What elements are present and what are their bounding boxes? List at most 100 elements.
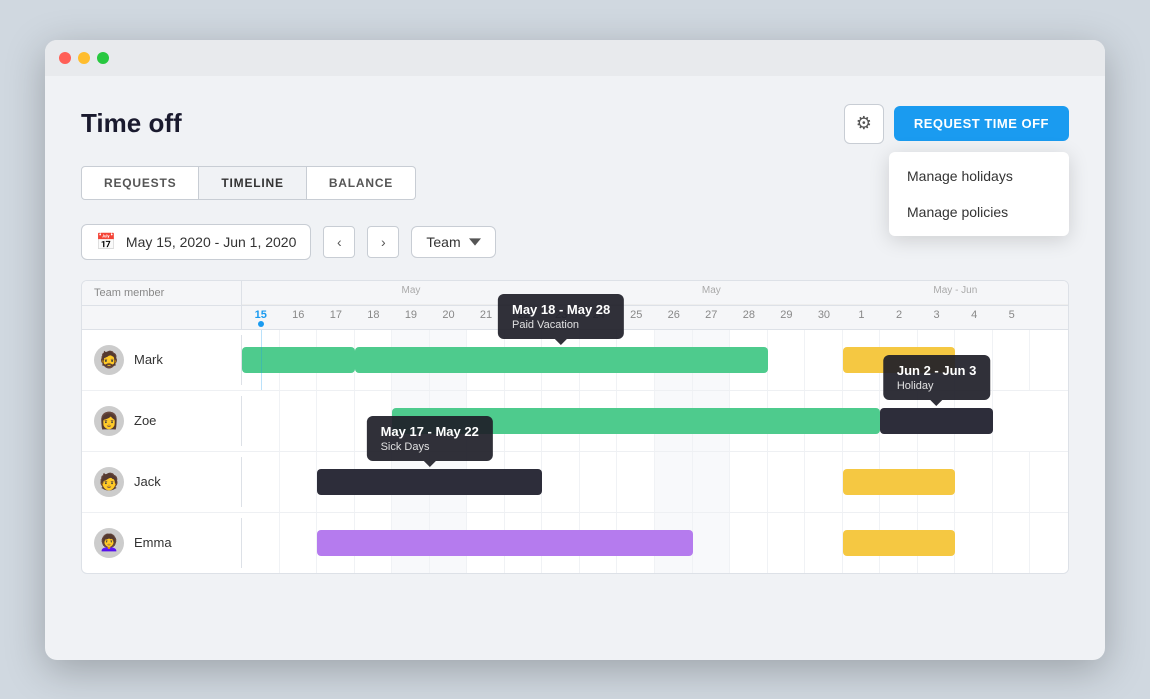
jack-cell bbox=[467, 452, 505, 512]
day-5: 5 bbox=[993, 306, 1031, 329]
day-18: 18 bbox=[355, 306, 393, 329]
jack-cell bbox=[730, 452, 768, 512]
jack-cell bbox=[918, 452, 956, 512]
day-19: 19 bbox=[392, 306, 430, 329]
emma-cell bbox=[430, 513, 468, 573]
zoe-cell bbox=[505, 391, 543, 451]
main-content: Time off ⚙ REQUEST TIME OFF Manage holid… bbox=[45, 76, 1105, 610]
mark-day-cell bbox=[430, 330, 468, 390]
manage-holidays-item[interactable]: Manage holidays bbox=[889, 158, 1069, 194]
jack-cell bbox=[955, 452, 993, 512]
emma-cell bbox=[730, 513, 768, 573]
jack-cell bbox=[280, 452, 318, 512]
day-16: 16 bbox=[280, 306, 318, 329]
zoe-cell bbox=[955, 391, 993, 451]
mark-day-cell bbox=[392, 330, 430, 390]
emma-cell bbox=[542, 513, 580, 573]
jack-cell bbox=[317, 452, 355, 512]
request-time-off-button[interactable]: REQUEST TIME OFF bbox=[894, 106, 1069, 141]
zoe-cell bbox=[655, 391, 693, 451]
zoe-cell bbox=[730, 391, 768, 451]
day-30: 30 bbox=[805, 306, 843, 329]
mark-day-cell bbox=[880, 330, 918, 390]
mark-day-cell bbox=[467, 330, 505, 390]
minimize-dot bbox=[78, 52, 90, 64]
emma-cell bbox=[693, 513, 731, 573]
emma-cell bbox=[242, 513, 280, 573]
emma-name: Emma bbox=[134, 535, 172, 550]
emma-cell bbox=[355, 513, 393, 573]
team-member-header: Team member bbox=[82, 281, 242, 305]
table-row: 🧑 Jack bbox=[82, 452, 1068, 513]
emma-cell bbox=[280, 513, 318, 573]
zoe-cell bbox=[392, 391, 430, 451]
zoe-cell bbox=[467, 391, 505, 451]
day-header-placeholder bbox=[82, 306, 242, 329]
day-25: 25 bbox=[617, 306, 655, 329]
emma-cell bbox=[580, 513, 618, 573]
jack-avatar: 🧑 bbox=[94, 467, 124, 497]
dropdown-menu: Manage holidays Manage policies bbox=[889, 152, 1069, 236]
calendar-icon: 📅 bbox=[96, 232, 116, 252]
jack-cell bbox=[505, 452, 543, 512]
tab-timeline[interactable]: TIMELINE bbox=[199, 166, 306, 200]
emma-cell bbox=[993, 513, 1031, 573]
day-numbers-row: 15 16 17 18 19 20 21 22 23 24 25 26 27 2… bbox=[82, 306, 1068, 330]
table-row: 👩‍🦱 Emma bbox=[82, 513, 1068, 573]
jack-cell bbox=[242, 452, 280, 512]
zoe-cell bbox=[317, 391, 355, 451]
mark-name: Mark bbox=[134, 352, 163, 367]
mark-day-cell bbox=[768, 330, 806, 390]
prev-button[interactable]: ‹ bbox=[323, 226, 355, 258]
emma-cell bbox=[918, 513, 956, 573]
mark-day-cell bbox=[505, 330, 543, 390]
day-24: 24 bbox=[580, 306, 618, 329]
emma-cell bbox=[317, 513, 355, 573]
tab-balance[interactable]: BALANCE bbox=[307, 166, 416, 200]
day-23: 23 bbox=[542, 306, 580, 329]
day-28: 28 bbox=[730, 306, 768, 329]
titlebar bbox=[45, 40, 1105, 76]
zoe-cell bbox=[805, 391, 843, 451]
zoe-cell bbox=[280, 391, 318, 451]
mark-avatar: 🧔 bbox=[94, 345, 124, 375]
app-window: Time off ⚙ REQUEST TIME OFF Manage holid… bbox=[45, 40, 1105, 660]
tab-requests[interactable]: REQUESTS bbox=[81, 166, 199, 200]
jack-cell bbox=[993, 452, 1031, 512]
emma-cell bbox=[768, 513, 806, 573]
jack-cell bbox=[1030, 452, 1068, 512]
gear-button[interactable]: ⚙ bbox=[844, 104, 884, 144]
jack-cell bbox=[880, 452, 918, 512]
maximize-dot bbox=[97, 52, 109, 64]
mark-day-cell bbox=[280, 330, 318, 390]
zoe-cell bbox=[355, 391, 393, 451]
emma-member-cell: 👩‍🦱 Emma bbox=[82, 518, 242, 568]
manage-policies-item[interactable]: Manage policies bbox=[889, 194, 1069, 230]
mark-day-cell bbox=[655, 330, 693, 390]
mark-day-cell bbox=[317, 330, 355, 390]
mark-day-cell bbox=[355, 330, 393, 390]
date-range-text: May 15, 2020 - Jun 1, 2020 bbox=[126, 234, 296, 250]
zoe-avatar: 👩 bbox=[94, 406, 124, 436]
chevron-down-icon bbox=[469, 236, 481, 248]
day-20: 20 bbox=[430, 306, 468, 329]
jack-member-cell: 🧑 Jack bbox=[82, 457, 242, 507]
top-bar: Time off ⚙ REQUEST TIME OFF Manage holid… bbox=[81, 104, 1069, 144]
zoe-cell bbox=[242, 391, 280, 451]
zoe-cell bbox=[542, 391, 580, 451]
jack-cell bbox=[542, 452, 580, 512]
emma-cell bbox=[505, 513, 543, 573]
mark-day-cell bbox=[1030, 330, 1068, 390]
emma-cell bbox=[1030, 513, 1068, 573]
emma-cell bbox=[467, 513, 505, 573]
jack-cell bbox=[693, 452, 731, 512]
next-button[interactable]: › bbox=[367, 226, 399, 258]
emma-cell bbox=[843, 513, 881, 573]
team-dropdown[interactable]: Team bbox=[411, 226, 495, 258]
emma-cell bbox=[880, 513, 918, 573]
day-3: 3 bbox=[918, 306, 956, 329]
day-27: 27 bbox=[693, 306, 731, 329]
mark-day-cell bbox=[693, 330, 731, 390]
mark-day-cell bbox=[805, 330, 843, 390]
emma-avatar: 👩‍🦱 bbox=[94, 528, 124, 558]
